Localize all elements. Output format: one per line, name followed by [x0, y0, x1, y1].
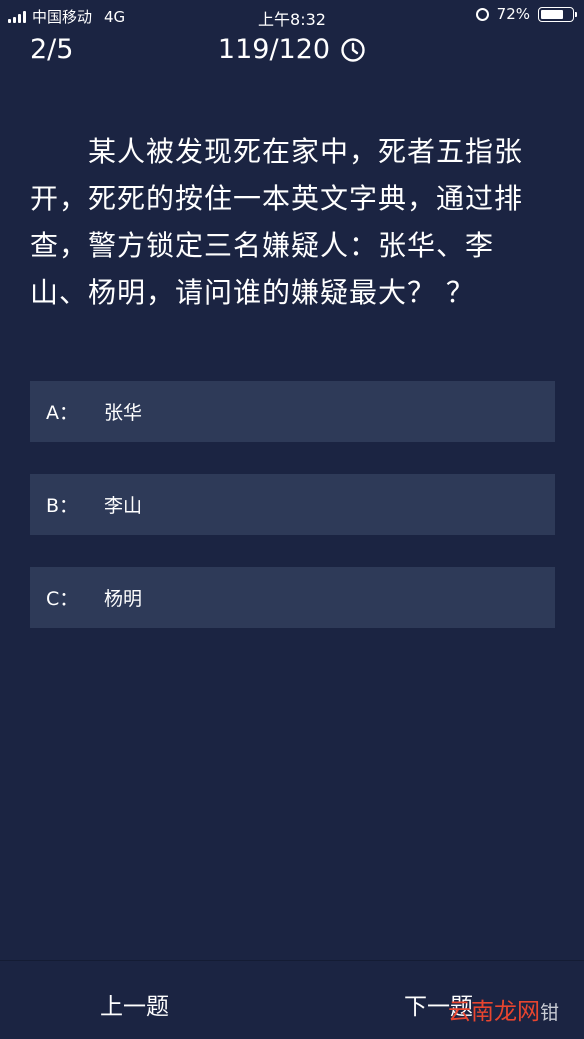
battery-fill [541, 9, 563, 19]
watermark-logo: 云南龙网钳 [448, 992, 559, 1026]
alarm-icon [475, 7, 489, 21]
option-letter: A： [46, 402, 78, 424]
watermark-brand: 云南龙网 [448, 999, 540, 1025]
option-letter: B： [46, 495, 79, 517]
status-bar: 中国移动 4G 上午8:32 72% [0, 0, 584, 30]
timer-value: 119/120 [217, 34, 331, 65]
option-text: 李山 [104, 495, 143, 517]
prev-question-button[interactable]: 上一题 [100, 987, 169, 1021]
question-text: 某人被发现死在家中，死者五指张开，死死的按住一本英文字典，通过排查，警方锁定三名… [30, 135, 524, 309]
clock-icon [341, 37, 365, 62]
battery-percent: 72% [496, 5, 530, 23]
countdown-timer: 119/120 [0, 34, 584, 65]
option-text: 张华 [104, 402, 143, 424]
status-right: 72% [475, 5, 577, 23]
battery-icon [538, 6, 577, 22]
answer-options: A： 张华 B： 李山 C： 杨明 [30, 381, 555, 660]
watermark-extra: 钳 [540, 1002, 560, 1024]
option-c[interactable]: C： 杨明 [30, 567, 555, 628]
option-b[interactable]: B： 李山 [30, 474, 555, 535]
option-a[interactable]: A： 张华 [30, 381, 555, 442]
option-text: 杨明 [104, 588, 143, 610]
option-letter: C： [46, 588, 79, 610]
